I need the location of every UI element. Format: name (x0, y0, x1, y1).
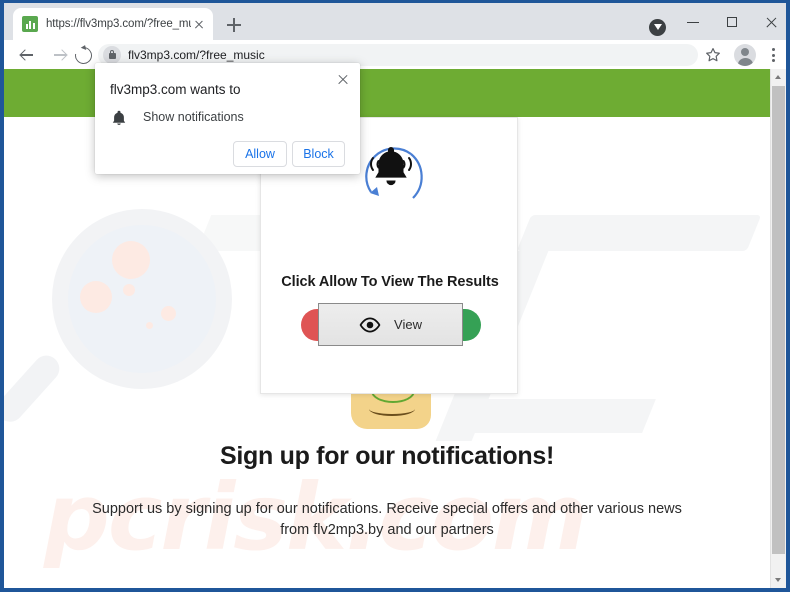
block-button[interactable]: Block (292, 141, 345, 167)
new-tab-button[interactable] (222, 13, 246, 37)
close-tab-icon[interactable] (191, 16, 207, 32)
profile-avatar[interactable] (734, 44, 756, 66)
back-button[interactable] (15, 43, 39, 67)
decorative-blob (112, 241, 150, 279)
page-scrollbar[interactable] (770, 69, 786, 588)
decorative-blob (80, 281, 112, 313)
downloads-icon[interactable] (649, 19, 666, 36)
notification-permission-dialog: flv3mp3.com wants to Show notifications … (95, 63, 360, 174)
reload-button[interactable] (70, 43, 96, 68)
permission-row: Show notifications (110, 108, 244, 126)
bell-icon (110, 108, 128, 126)
forward-arrow-icon (54, 49, 66, 61)
browser-window: https://flv3mp3.com/?free_music flv3mp3.… (0, 0, 790, 592)
reload-icon (71, 43, 96, 68)
background-shape (452, 399, 656, 433)
allow-button[interactable]: Allow (233, 141, 287, 167)
address-bar-url: flv3mp3.com/?free_music (128, 48, 265, 62)
scroll-down-arrow-icon[interactable] (771, 572, 786, 588)
page-headline: Sign up for our notifications! (219, 442, 555, 470)
scroll-up-arrow-icon[interactable] (771, 69, 786, 85)
browser-tab[interactable]: https://flv3mp3.com/?free_music (13, 8, 213, 40)
magnifier-illustration (52, 209, 232, 389)
permission-dialog-title: flv3mp3.com wants to (110, 82, 241, 97)
decorative-blob (123, 284, 135, 296)
permission-label: Show notifications (143, 110, 244, 124)
bookmark-star-icon[interactable] (702, 44, 724, 66)
decorative-blob (146, 322, 153, 329)
decorative-blob (161, 306, 176, 321)
bar-chart-favicon-icon (22, 16, 38, 32)
lock-icon (103, 46, 121, 64)
close-icon[interactable] (334, 71, 352, 89)
eye-icon (359, 316, 381, 333)
view-button[interactable]: View (318, 303, 463, 346)
tab-title: https://flv3mp3.com/?free_music (46, 18, 191, 30)
forward-button[interactable] (48, 43, 72, 67)
card-title: Click Allow To View The Results (281, 274, 499, 290)
view-button-label: View (394, 317, 422, 332)
scrollbar-thumb[interactable] (772, 86, 785, 554)
back-arrow-icon (21, 49, 33, 61)
tab-strip: https://flv3mp3.com/?free_music (4, 3, 786, 40)
magnifier-handle (4, 350, 65, 428)
window-close-button[interactable] (749, 6, 790, 37)
background-shape (516, 215, 762, 251)
page-body-text: Support us by signing up for our notific… (92, 501, 682, 538)
three-dot-menu-icon[interactable] (762, 44, 784, 66)
